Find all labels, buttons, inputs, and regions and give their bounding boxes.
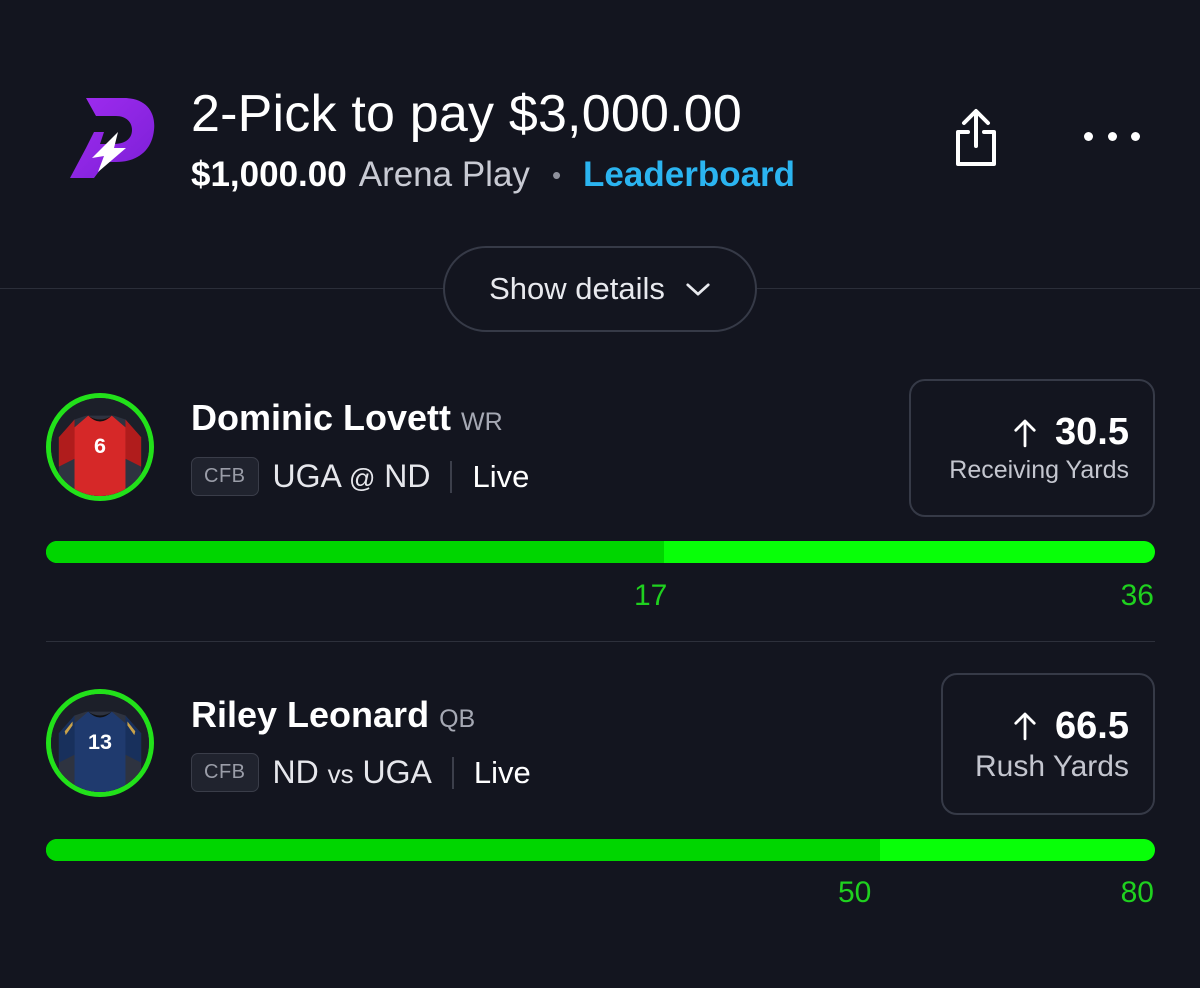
jersey-icon: 13 [51,694,149,792]
matchup-connector: vs [327,759,354,789]
svg-text:6: 6 [94,433,106,458]
projection-box[interactable]: 66.5 Rush Yards [941,673,1155,815]
team-abbr: UGA [272,458,341,494]
progress-max: 80 [1120,876,1154,909]
opponent-abbr: ND [384,458,431,494]
opponent-abbr: UGA [362,754,432,790]
chevron-down-icon [686,282,710,296]
player-position: QB [439,705,476,733]
projection-line: 30.5 [1013,411,1129,454]
arrow-up-icon [1014,712,1036,741]
progress-fill [46,541,664,563]
progress-bar [46,839,1155,861]
player-name: Dominic Lovett WR [191,397,503,439]
projection-box[interactable]: 30.5 Receiving Yards [909,379,1155,517]
progress-current: 17 [634,579,668,612]
player-name: Riley Leonard QB [191,694,475,736]
svg-text:13: 13 [88,729,112,754]
show-details-label: Show details [489,271,665,306]
team-abbr: ND [272,754,319,790]
show-details-button[interactable]: Show details [443,246,757,332]
matchup: UGA @ ND [273,458,431,495]
progress-bar [46,541,1155,563]
game-info: CFB UGA @ ND Live [191,457,529,496]
app-logo-icon [70,98,155,178]
player-position: WR [461,408,503,436]
projection-value: 66.5 [1055,704,1129,747]
progress-fill [46,839,880,861]
page-title: 2-Pick to pay $3,000.00 [191,85,742,143]
projection-value: 30.5 [1055,411,1129,453]
projection-line: 66.5 [1013,705,1129,748]
game-status: Live [473,754,531,790]
league-badge: CFB [191,753,259,792]
leaderboard-link[interactable]: Leaderboard [583,155,795,195]
meta-separator [450,460,453,493]
progress-current: 50 [838,876,872,909]
share-icon [956,109,996,166]
player-name-text: Riley Leonard [191,694,430,735]
meta-separator [451,756,454,789]
share-button[interactable] [950,108,1002,168]
player-name-text: Dominic Lovett [191,397,452,438]
matchup-connector: @ [348,463,376,493]
jersey-icon: 6 [51,398,149,496]
play-type: Arena Play [358,155,530,194]
league-badge: CFB [191,457,259,496]
more-options-button[interactable] [1084,113,1140,159]
stat-type: Rush Yards [975,749,1129,783]
player-avatar: 13 [46,689,154,797]
player-avatar: 6 [46,393,154,501]
entry-amount: $1,000.00 [191,155,347,194]
more-horizontal-icon [1131,131,1140,141]
progress-max: 36 [1120,579,1154,612]
game-info: CFB ND vs UGA Live [191,753,531,792]
stat-type: Receiving Yards [949,456,1129,484]
entry-summary: $1,000.00 Arena Play • Leaderboard [191,155,795,195]
pick-divider [46,641,1155,642]
game-status: Live [472,458,530,494]
more-horizontal-icon [1107,131,1117,141]
arrow-up-icon [1014,419,1036,447]
more-horizontal-icon [1084,131,1093,141]
app-logo [66,92,158,184]
separator-dot: • [551,159,562,190]
matchup: ND vs UGA [273,754,432,791]
